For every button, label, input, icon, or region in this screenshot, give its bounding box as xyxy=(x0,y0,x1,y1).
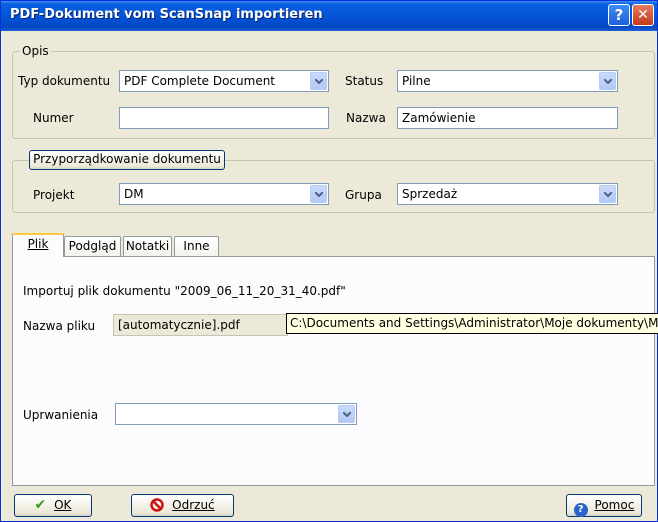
chevron-down-icon[interactable] xyxy=(310,72,327,90)
help-icon: ? xyxy=(573,503,588,517)
tab-podglad[interactable]: Podgląd xyxy=(64,236,121,256)
help-title-button[interactable]: ? xyxy=(608,4,630,26)
tab-inne[interactable]: Inne xyxy=(174,236,219,256)
typ-dokumentu-select[interactable]: PDF Complete Document xyxy=(119,70,329,92)
projekt-select[interactable]: DM xyxy=(119,183,329,205)
nazwa-pliku-field[interactable]: [automatycznie].pdf xyxy=(113,314,288,336)
typ-dokumentu-value: PDF Complete Document xyxy=(124,74,276,88)
grupa-select[interactable]: Sprzedaż xyxy=(397,183,618,205)
status-label: Status xyxy=(345,74,384,88)
projekt-value: DM xyxy=(124,187,144,201)
checkmark-icon: ✔ xyxy=(34,497,47,513)
nazwa-input[interactable]: Zamówienie xyxy=(397,107,618,129)
path-tooltip: C:\Documents and Settings\Administrator\… xyxy=(286,313,658,334)
chevron-down-icon[interactable] xyxy=(599,185,616,203)
chevron-down-icon[interactable] xyxy=(338,405,355,423)
title-bar[interactable]: PDF-Dokument vom ScanSnap importieren ? … xyxy=(1,1,657,31)
dialog-window: PDF-Dokument vom ScanSnap importieren ? … xyxy=(0,0,658,522)
status-value: Pilne xyxy=(402,74,431,88)
typ-dokumentu-label: Typ dokumentu xyxy=(18,74,111,88)
nazwa-pliku-label: Nazwa pliku xyxy=(23,319,96,333)
chevron-down-icon[interactable] xyxy=(310,185,327,203)
no-entry-icon xyxy=(150,498,165,512)
reject-button[interactable]: Odrzuć xyxy=(131,494,234,517)
tab-notatki[interactable]: Notatki xyxy=(123,236,172,256)
projekt-label: Projekt xyxy=(33,188,75,202)
help-button[interactable]: ? Pomoc xyxy=(566,494,642,517)
opis-legend: Opis xyxy=(20,44,51,58)
grupa-label: Grupa xyxy=(345,188,382,202)
numer-input[interactable] xyxy=(119,107,329,129)
przyporzadkowanie-button[interactable]: Przyporządkowanie dokumentu xyxy=(29,150,225,170)
uprawnienia-select[interactable] xyxy=(115,403,357,425)
window-title: PDF-Dokument vom ScanSnap importieren xyxy=(10,7,323,22)
ok-button[interactable]: ✔ OK xyxy=(14,494,92,517)
close-button[interactable]: ✕ xyxy=(632,4,654,26)
import-text: Importuj plik dokumentu "2009_06_11_20_3… xyxy=(23,284,346,298)
status-select[interactable]: Pilne xyxy=(397,70,618,92)
numer-label: Numer xyxy=(33,111,74,125)
nazwa-label: Nazwa xyxy=(346,111,386,125)
grupa-value: Sprzedaż xyxy=(402,187,458,201)
uprawnienia-label: Uprwanienia xyxy=(23,408,99,422)
chevron-down-icon[interactable] xyxy=(599,72,616,90)
tab-plik[interactable]: Plik xyxy=(12,233,64,257)
